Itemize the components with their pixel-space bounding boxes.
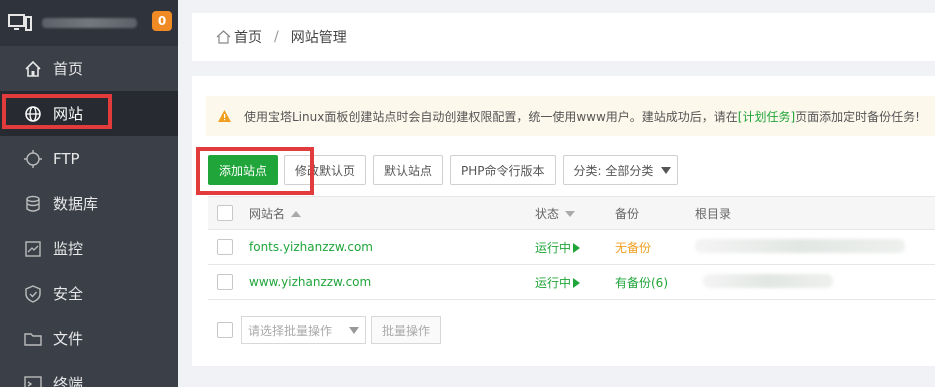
site-name-link[interactable]: fonts.yizhanzzw.com (249, 240, 373, 254)
highlight-box-website (2, 94, 112, 129)
sidebar-item-label: 监控 (53, 240, 84, 258)
sidebar-item-label: 安全 (53, 285, 84, 303)
sort-down-icon (565, 211, 576, 217)
batch-operation-placeholder: 请选择批量操作 (248, 323, 333, 338)
row-checkbox[interactable] (217, 274, 233, 290)
sidebar-item-database[interactable]: 数据库 (0, 181, 178, 226)
sidebar-item-monitor[interactable]: 监控 (0, 226, 178, 271)
play-icon (573, 243, 581, 253)
breadcrumb-home[interactable]: 首页 (234, 27, 262, 47)
site-table: 网站名 状态 备份 根目录 fonts.yizhanzzw.com 运行中 无备… (208, 196, 935, 300)
monitor-icon (8, 14, 32, 31)
category-select[interactable]: 分类: 全部分类 (562, 155, 679, 185)
message-count-badge[interactable]: 0 (152, 11, 172, 31)
notice-banner: 使用宝塔Linux面板创建站点时会自动创建权限配置，统一使用www用户。建站成功… (206, 96, 935, 136)
notice-text: 使用宝塔Linux面板创建站点时会自动创建权限配置，统一使用www用户。建站成功… (244, 109, 738, 124)
toolbar: 添加站点 修改默认页 默认站点 PHP命令行版本 分类: 全部分类 (196, 147, 685, 195)
column-header-root: 根目录 (695, 206, 732, 221)
home-icon (216, 30, 231, 44)
site-status[interactable]: 运行中 (535, 274, 615, 291)
column-header-backup: 备份 (615, 206, 640, 221)
breadcrumb: 首页 / 网站管理 (192, 13, 935, 61)
sidebar-item-home[interactable]: 首页 (0, 46, 178, 91)
sort-up-icon (291, 211, 302, 217)
column-header-status-label: 状态 (535, 206, 560, 221)
folder-icon (24, 332, 42, 346)
shield-icon (25, 284, 41, 303)
cron-task-link[interactable]: [计划任务] (738, 108, 795, 125)
sidebar-item-label: 数据库 (53, 195, 99, 213)
sidebar: 0 首页 网站 FTP 数据库 监控 安全 文件 终端 (0, 0, 178, 387)
site-name-link[interactable]: www.yizhanzzw.com (249, 275, 371, 289)
sidebar-item-label: FTP (53, 149, 80, 168)
play-icon (573, 278, 581, 288)
terminal-icon (24, 375, 42, 387)
breadcrumb-separator: / (274, 29, 279, 45)
category-select-value: 分类: 全部分类 (573, 163, 654, 178)
root-path-redacted (703, 273, 833, 288)
site-status-label: 运行中 (535, 275, 572, 290)
php-cli-version-button[interactable]: PHP命令行版本 (450, 155, 556, 185)
table-row: www.yizhanzzw.com 运行中 有备份(6) (208, 265, 935, 300)
batch-actions: 请选择批量操作 批量操作 (208, 316, 442, 344)
backup-status[interactable]: 无备份 (615, 241, 651, 255)
notice-text-end: 页面添加定时备份任务! (795, 109, 920, 124)
row-checkbox[interactable] (217, 239, 233, 255)
database-icon (26, 195, 40, 212)
sidebar-item-security[interactable]: 安全 (0, 271, 178, 316)
server-ip-redacted (42, 18, 137, 28)
monitor-chart-icon (25, 240, 41, 257)
column-header-status[interactable]: 状态 (535, 205, 615, 222)
sidebar-item-ftp[interactable]: FTP (0, 136, 178, 181)
column-header-name[interactable]: 网站名 (249, 205, 535, 222)
chevron-down-icon (661, 166, 672, 174)
site-status-label: 运行中 (535, 240, 572, 255)
sidebar-item-terminal[interactable]: 终端 (0, 361, 178, 387)
chevron-down-icon (349, 326, 359, 334)
column-header-name-label: 网站名 (249, 206, 286, 221)
ftp-icon (24, 149, 42, 168)
default-site-button[interactable]: 默认站点 (373, 155, 444, 185)
batch-select-all-checkbox[interactable] (217, 322, 233, 338)
backup-status[interactable]: 有备份(6) (615, 276, 668, 290)
sidebar-item-label: 首页 (53, 60, 84, 78)
breadcrumb-current: 网站管理 (290, 30, 347, 46)
sidebar-item-label: 终端 (53, 375, 84, 387)
warning-icon (218, 110, 231, 122)
root-path-redacted (695, 238, 905, 253)
highlight-box-add-site (196, 147, 314, 195)
batch-operation-select[interactable]: 请选择批量操作 (241, 316, 366, 344)
sidebar-item-label: 文件 (53, 330, 84, 348)
server-header: 0 (0, 0, 178, 46)
site-management-panel: 使用宝塔Linux面板创建站点时会自动创建权限配置，统一使用www用户。建站成功… (192, 76, 935, 366)
table-row: fonts.yizhanzzw.com 运行中 无备份 (208, 230, 935, 265)
select-all-checkbox[interactable] (217, 205, 233, 221)
site-status[interactable]: 运行中 (535, 239, 615, 256)
batch-operation-button[interactable]: 批量操作 (371, 316, 442, 344)
home-icon (25, 60, 41, 77)
table-header: 网站名 状态 备份 根目录 (208, 196, 935, 230)
sidebar-item-files[interactable]: 文件 (0, 316, 178, 361)
